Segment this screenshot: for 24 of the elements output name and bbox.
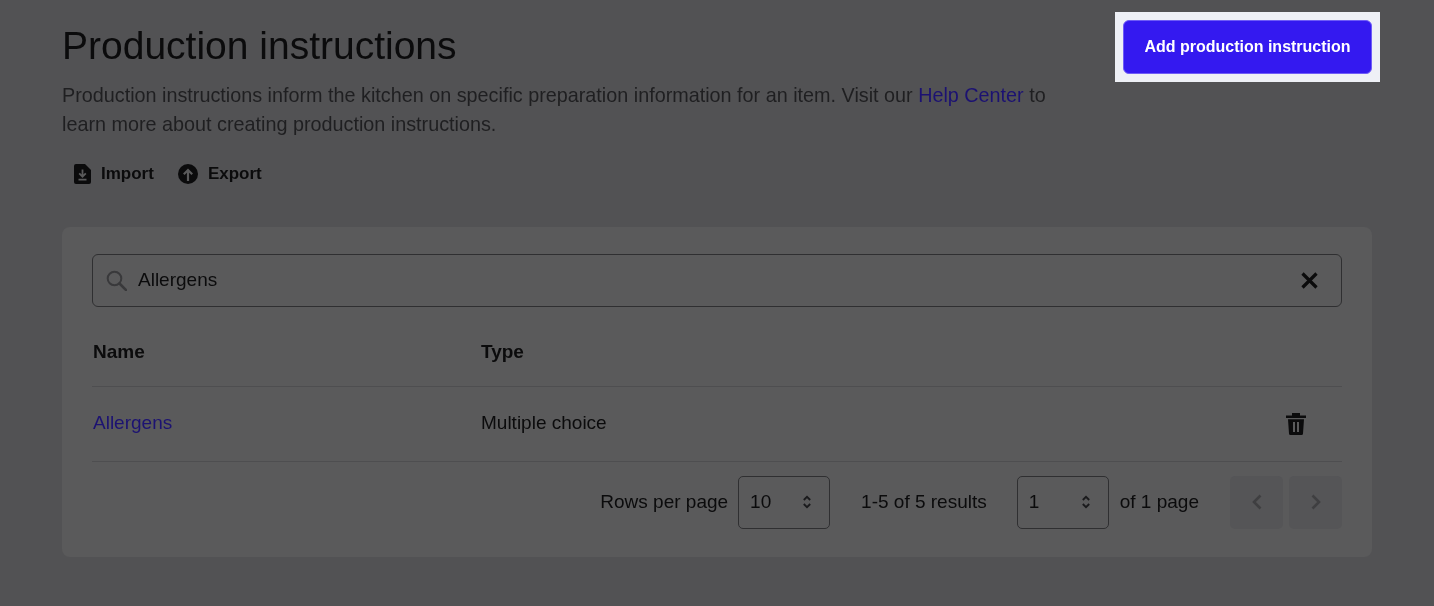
page-count: of 1 page: [1119, 489, 1199, 514]
table-cell-text: Multiple choice: [481, 411, 608, 436]
up-down-chevron-icon: [802, 494, 813, 510]
export-button[interactable]: Export: [165, 159, 274, 189]
search-icon: [106, 269, 127, 291]
trash-icon: [1286, 412, 1306, 435]
close-icon: [1301, 271, 1318, 289]
import-button[interactable]: Import: [62, 159, 166, 189]
results-count: 1-5 of 5 results: [861, 489, 987, 514]
rows-per-page-select[interactable]: 10: [738, 475, 831, 529]
column-header: Type: [481, 339, 525, 364]
delete-button[interactable]: [1286, 412, 1306, 435]
page-select[interactable]: 1: [1016, 475, 1109, 529]
page-title: Production instructions: [62, 24, 458, 68]
up-down-chevron-icon: [1080, 494, 1091, 510]
file-download-icon: [74, 163, 91, 184]
help-center-link[interactable]: Help Center: [918, 84, 1024, 106]
clear-search-button[interactable]: [1301, 271, 1318, 289]
column-header: Name: [93, 339, 146, 364]
upload-circle-icon: [177, 163, 198, 184]
rows-per-page-label: Rows per page: [600, 489, 729, 514]
search-field[interactable]: Allergens: [92, 253, 1342, 307]
add-production-instruction-button[interactable]: Add production instruction: [1123, 20, 1372, 74]
instruction-name-link[interactable]: Allergens: [93, 412, 173, 434]
